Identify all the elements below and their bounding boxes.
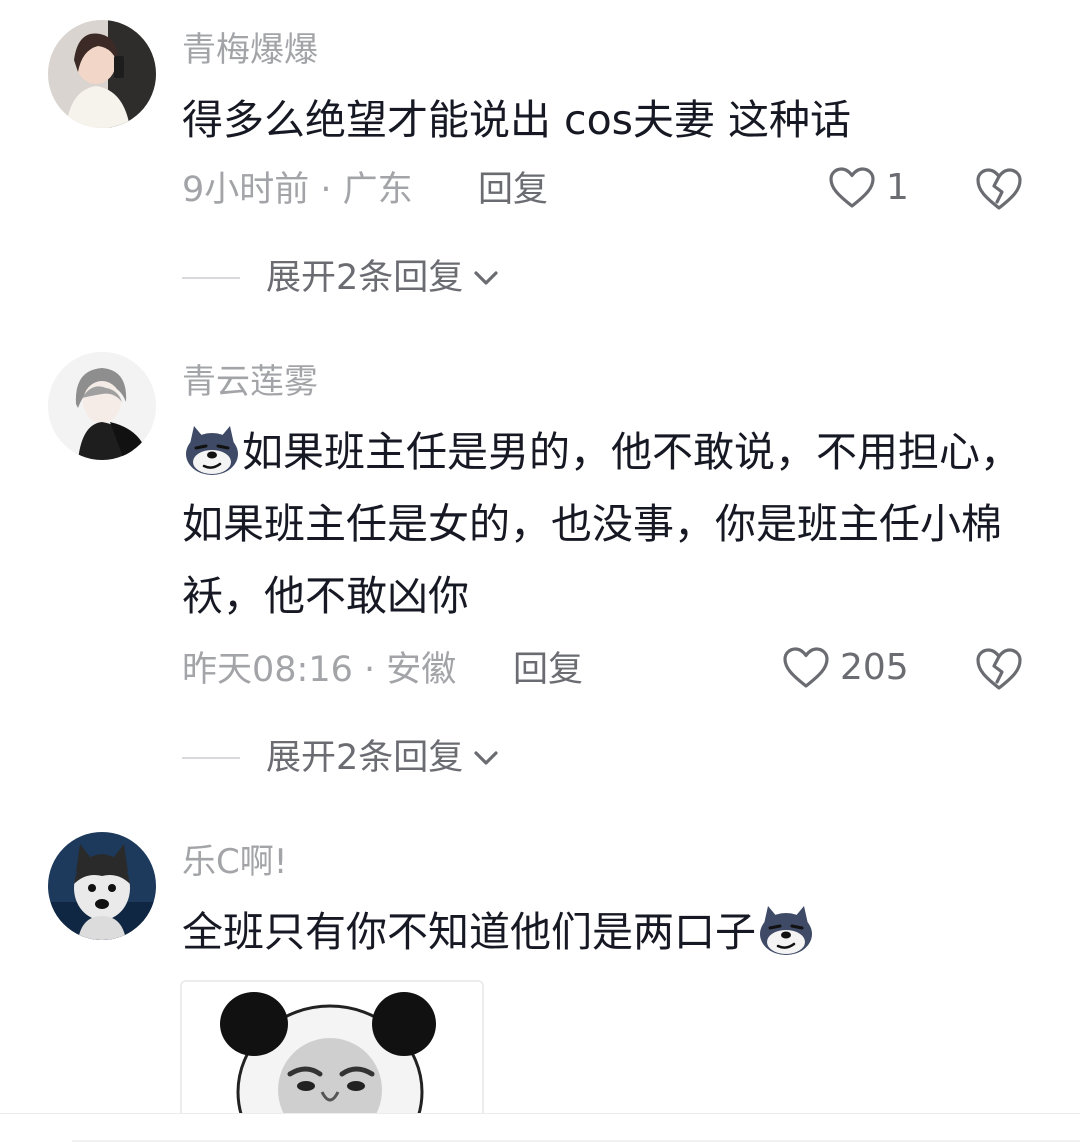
panda-face-meme	[182, 982, 482, 1116]
expand-replies[interactable]: 展开2条回复	[182, 258, 501, 298]
bottom-divider	[0, 1113, 1080, 1142]
avatar[interactable]	[48, 832, 156, 940]
divider	[182, 277, 240, 279]
comment-meta: 9小时前 · 广东	[182, 170, 413, 210]
expand-replies[interactable]: 展开2条回复	[182, 738, 501, 778]
attached-image[interactable]	[180, 980, 484, 1116]
expand-label: 展开2条回复	[266, 738, 464, 778]
comment-text: 如果班主任是男的，他不敢说，不用担心，如果班主任是女的，也没事，你是班主任小棉袄…	[182, 416, 1027, 632]
comment-text: 得多么绝望才能说出 cos夫妻 这种话	[182, 96, 852, 144]
expand-label: 展开2条回复	[266, 258, 464, 298]
comment-text: 全班只有你不知道他们是两口子	[182, 896, 1027, 968]
chevron-down-icon	[474, 751, 498, 765]
username[interactable]: 乐C啊!	[182, 842, 287, 882]
comment-meta: 昨天08:16 · 安徽	[182, 650, 457, 690]
woman-photo-avatar	[48, 20, 156, 128]
heart-outline-icon	[829, 167, 875, 208]
comment-text-content: 如果班主任是男的，他不敢说，不用担心，如果班主任是女的，也没事，你是班主任小棉袄…	[182, 428, 1021, 620]
like-count: 1	[886, 167, 909, 208]
avatar[interactable]	[48, 352, 156, 460]
like-button[interactable]: 1	[828, 166, 909, 210]
comment-item: 乐C啊! 全班只有你不知道他们是两口子	[0, 810, 1080, 1141]
like-button[interactable]: 205	[782, 646, 909, 690]
heart-outline-icon	[783, 647, 829, 688]
smirking-dog-emoji	[186, 426, 238, 475]
avatar[interactable]	[48, 20, 156, 128]
like-count: 205	[840, 647, 909, 688]
comment-item: 青云莲雾 如果班主任是男的，他不敢说，不用担心，如果班主任是女的，也没事，你是班…	[0, 330, 1080, 810]
username[interactable]: 青云莲雾	[182, 362, 318, 402]
comment-text-content: 全班只有你不知道他们是两口子	[182, 908, 756, 956]
smirking-dog-emoji	[760, 906, 812, 955]
comment-item: 青梅爆爆 得多么绝望才能说出 cos夫妻 这种话 9小时前 · 广东 回复 1 …	[0, 0, 1080, 330]
husky-dog-avatar	[48, 832, 156, 940]
reply-button[interactable]: 回复	[513, 650, 583, 690]
broken-heart-icon[interactable]	[974, 646, 1024, 692]
anime-boy-avatar	[48, 352, 156, 460]
username[interactable]: 青梅爆爆	[182, 30, 318, 70]
divider	[182, 757, 240, 759]
chevron-down-icon	[474, 271, 498, 285]
reply-button[interactable]: 回复	[478, 170, 548, 210]
broken-heart-icon[interactable]	[974, 166, 1024, 212]
